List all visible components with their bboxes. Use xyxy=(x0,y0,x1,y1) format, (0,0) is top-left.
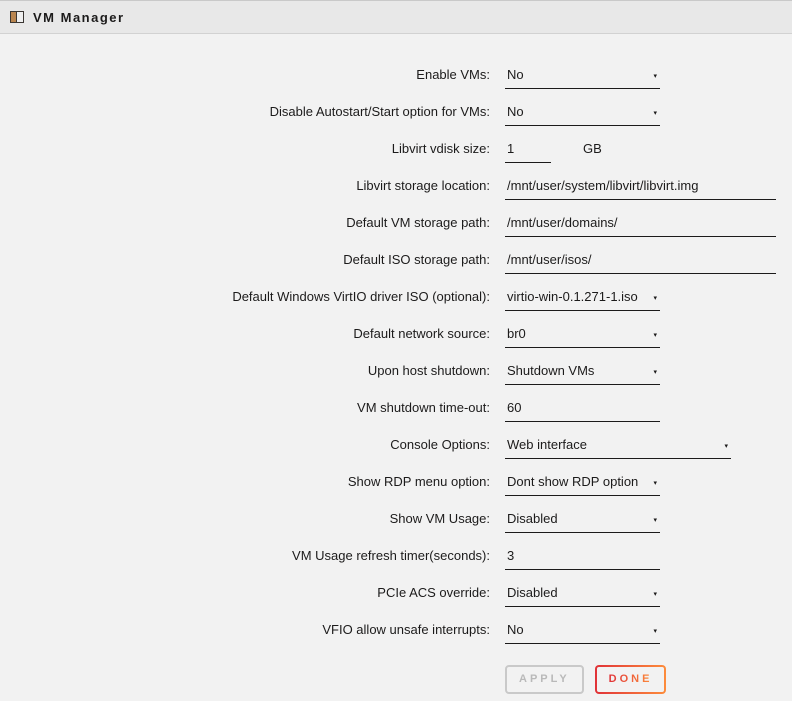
default-iso-storage-path-label: Default ISO storage path: xyxy=(0,252,490,274)
enable-vms-select[interactable]: No ▾ xyxy=(505,67,660,89)
show-rdp-menu-option-value: Dont show RDP option xyxy=(507,474,638,489)
libvirt-vdisk-size-control: GB xyxy=(505,141,602,163)
upon-host-shutdown-control: Shutdown VMs ▾ xyxy=(505,363,660,385)
enable-vms-control: No ▾ xyxy=(505,67,660,89)
libvirt-storage-location-control xyxy=(505,178,776,200)
virtio-driver-iso-select[interactable]: virtio-win-0.1.271-1.iso ▾ xyxy=(505,289,660,311)
done-button[interactable]: DONE xyxy=(595,665,667,694)
chevron-down-icon: ▾ xyxy=(653,72,657,80)
disable-autostart-select[interactable]: No ▾ xyxy=(505,104,660,126)
form-row-enable-vms: Enable VMs: No ▾ xyxy=(0,52,792,89)
chevron-down-icon: ▾ xyxy=(653,109,657,117)
chevron-down-icon: ▾ xyxy=(653,516,657,524)
virtio-driver-iso-value: virtio-win-0.1.271-1.iso xyxy=(507,289,638,304)
libvirt-storage-location-label: Libvirt storage location: xyxy=(0,178,490,200)
page-title: VM Manager xyxy=(33,10,125,25)
form-row-pcie-acs-override: PCIe ACS override: Disabled ▾ xyxy=(0,570,792,607)
vfio-allow-unsafe-interrupts-label: VFIO allow unsafe interrupts: xyxy=(0,622,490,644)
chevron-down-icon: ▾ xyxy=(653,590,657,598)
form-row-vm-usage-refresh-timer: VM Usage refresh timer(seconds): xyxy=(0,533,792,570)
console-options-select[interactable]: Web interface ▾ xyxy=(505,437,731,459)
libvirt-vdisk-size-label: Libvirt vdisk size: xyxy=(0,141,490,163)
disable-autostart-label: Disable Autostart/Start option for VMs: xyxy=(0,104,490,126)
console-options-label: Console Options: xyxy=(0,437,490,459)
vm-shutdown-timeout-control xyxy=(505,400,660,422)
disable-autostart-control: No ▾ xyxy=(505,104,660,126)
default-iso-storage-path-input[interactable] xyxy=(505,252,776,274)
pcie-acs-override-value: Disabled xyxy=(507,585,558,600)
enable-vms-label: Enable VMs: xyxy=(0,67,490,89)
vm-manager-form: Enable VMs:No▾Disable Autostart/Start op… xyxy=(0,34,792,644)
console-options-control: Web interface ▾ xyxy=(505,437,731,459)
virtio-driver-iso-control: virtio-win-0.1.271-1.iso ▾ xyxy=(505,289,660,311)
form-row-vm-shutdown-timeout: VM shutdown time-out: xyxy=(0,385,792,422)
vm-shutdown-timeout-label: VM shutdown time-out: xyxy=(0,400,490,422)
apply-button[interactable]: APPLY xyxy=(505,665,584,694)
default-network-source-select[interactable]: br0 ▾ xyxy=(505,326,660,348)
vfio-allow-unsafe-interrupts-value: No xyxy=(507,622,524,637)
show-rdp-menu-option-label: Show RDP menu option: xyxy=(0,474,490,496)
form-row-default-vm-storage-path: Default VM storage path: xyxy=(0,200,792,237)
default-vm-storage-path-input[interactable] xyxy=(505,215,776,237)
form-row-vfio-allow-unsafe-interrupts: VFIO allow unsafe interrupts: No ▾ xyxy=(0,607,792,644)
form-row-virtio-driver-iso: Default Windows VirtIO driver ISO (optio… xyxy=(0,274,792,311)
vm-shutdown-timeout-input[interactable] xyxy=(505,400,660,422)
form-row-libvirt-vdisk-size: Libvirt vdisk size: GB xyxy=(0,126,792,163)
chevron-down-icon: ▾ xyxy=(653,627,657,635)
upon-host-shutdown-label: Upon host shutdown: xyxy=(0,363,490,385)
pcie-acs-override-control: Disabled ▾ xyxy=(505,585,660,607)
done-button-label: DONE xyxy=(609,673,653,685)
upon-host-shutdown-select[interactable]: Shutdown VMs ▾ xyxy=(505,363,660,385)
upon-host-shutdown-value: Shutdown VMs xyxy=(507,363,594,378)
titlebar: VM Manager xyxy=(0,0,792,34)
default-network-source-label: Default network source: xyxy=(0,326,490,348)
show-vm-usage-select[interactable]: Disabled ▾ xyxy=(505,511,660,533)
form-row-show-rdp-menu-option: Show RDP menu option: Dont show RDP optio… xyxy=(0,459,792,496)
libvirt-vdisk-size-input[interactable] xyxy=(505,141,551,163)
vm-usage-refresh-timer-label: VM Usage refresh timer(seconds): xyxy=(0,548,490,570)
form-row-default-network-source: Default network source: br0 ▾ xyxy=(0,311,792,348)
chevron-down-icon: ▾ xyxy=(653,331,657,339)
vm-usage-refresh-timer-input[interactable] xyxy=(505,548,660,570)
form-row-default-iso-storage-path: Default ISO storage path: xyxy=(0,237,792,274)
columns-icon xyxy=(10,11,24,23)
vfio-allow-unsafe-interrupts-select[interactable]: No ▾ xyxy=(505,622,660,644)
libvirt-storage-location-input[interactable] xyxy=(505,178,776,200)
default-network-source-value: br0 xyxy=(507,326,526,341)
chevron-down-icon: ▾ xyxy=(653,479,657,487)
virtio-driver-iso-label: Default Windows VirtIO driver ISO (optio… xyxy=(0,289,490,311)
default-vm-storage-path-label: Default VM storage path: xyxy=(0,215,490,237)
disable-autostart-value: No xyxy=(507,104,524,119)
form-row-show-vm-usage: Show VM Usage: Disabled ▾ xyxy=(0,496,792,533)
chevron-down-icon: ▾ xyxy=(653,368,657,376)
chevron-down-icon: ▾ xyxy=(724,442,728,450)
form-row-disable-autostart: Disable Autostart/Start option for VMs: N… xyxy=(0,89,792,126)
libvirt-vdisk-size-suffix: GB xyxy=(583,141,602,163)
vfio-allow-unsafe-interrupts-control: No ▾ xyxy=(505,622,660,644)
show-vm-usage-control: Disabled ▾ xyxy=(505,511,660,533)
show-rdp-menu-option-control: Dont show RDP option ▾ xyxy=(505,474,660,496)
show-rdp-menu-option-select[interactable]: Dont show RDP option ▾ xyxy=(505,474,660,496)
enable-vms-value: No xyxy=(507,67,524,82)
default-vm-storage-path-control xyxy=(505,215,776,237)
vm-usage-refresh-timer-control xyxy=(505,548,660,570)
console-options-value: Web interface xyxy=(507,437,587,452)
form-row-upon-host-shutdown: Upon host shutdown: Shutdown VMs ▾ xyxy=(0,348,792,385)
chevron-down-icon: ▾ xyxy=(653,294,657,302)
pcie-acs-override-select[interactable]: Disabled ▾ xyxy=(505,585,660,607)
show-vm-usage-value: Disabled xyxy=(507,511,558,526)
pcie-acs-override-label: PCIe ACS override: xyxy=(0,585,490,607)
default-iso-storage-path-control xyxy=(505,252,776,274)
default-network-source-control: br0 ▾ xyxy=(505,326,660,348)
form-row-console-options: Console Options: Web interface ▾ xyxy=(0,422,792,459)
form-row-libvirt-storage-location: Libvirt storage location: xyxy=(0,163,792,200)
show-vm-usage-label: Show VM Usage: xyxy=(0,511,490,533)
button-row: APPLY DONE xyxy=(505,665,792,694)
